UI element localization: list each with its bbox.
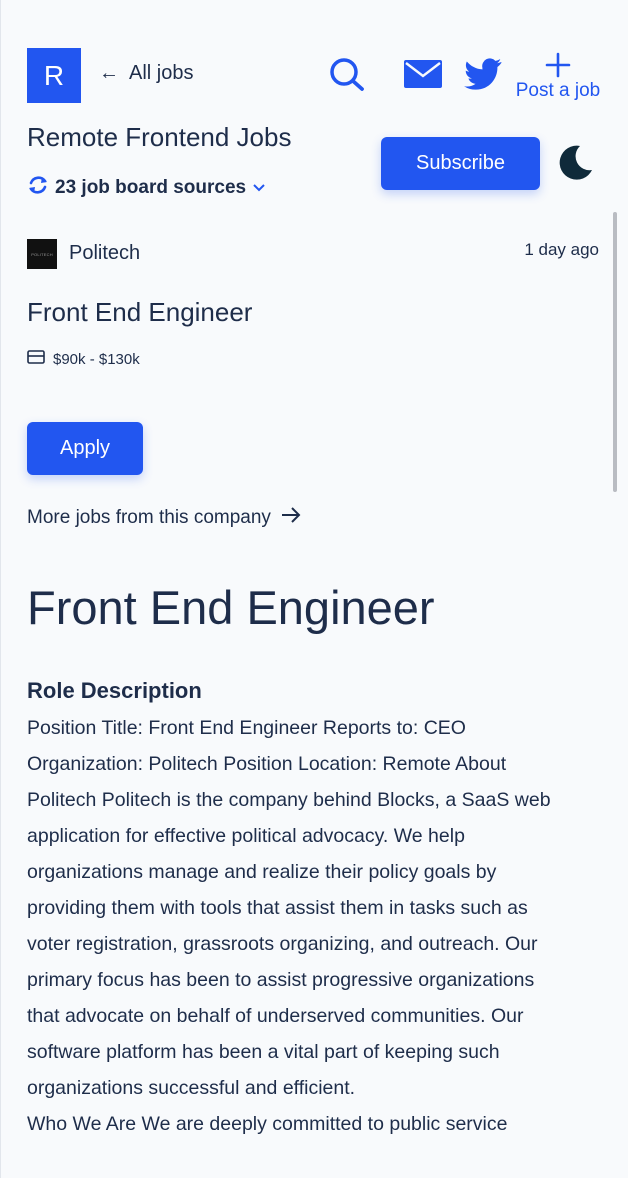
moon-icon[interactable] — [556, 144, 594, 182]
description-heading: Front End Engineer — [27, 581, 435, 634]
company-name[interactable]: Politech — [69, 242, 140, 265]
description-paragraph: Position Title: Front End Engineer Repor… — [27, 717, 551, 1099]
company-logo: POLITECH — [27, 239, 57, 269]
post-job-label: Post a job — [515, 80, 601, 101]
role-description-title: Role Description — [27, 678, 202, 703]
chevron-down-icon — [252, 177, 266, 199]
description-paragraph: Who We Are We are deeply committed to pu… — [27, 1113, 508, 1135]
site-logo-letter: R — [43, 59, 65, 91]
salary: $90k - $130k — [27, 350, 140, 368]
page: R ← All jobs Post a job Remote Frontend — [0, 0, 628, 1178]
plus-icon — [513, 52, 603, 78]
twitter-icon[interactable] — [464, 58, 502, 90]
all-jobs-link[interactable]: ← All jobs — [99, 62, 193, 85]
search-icon[interactable] — [328, 56, 366, 92]
job-sources-dropdown[interactable]: 23 job board sources — [27, 174, 266, 202]
arrow-right-icon — [281, 507, 301, 529]
arrow-left-icon: ← — [99, 62, 119, 84]
money-icon — [27, 350, 45, 368]
job-sources-label: 23 job board sources — [55, 177, 247, 198]
more-jobs-link[interactable]: More jobs from this company — [27, 507, 301, 529]
job-title: Front End Engineer — [27, 297, 253, 327]
refresh-icon — [27, 174, 49, 202]
all-jobs-label: All jobs — [129, 62, 194, 84]
apply-button[interactable]: Apply — [27, 422, 143, 475]
job-description: Position Title: Front End Engineer Repor… — [27, 710, 567, 1142]
subscribe-button[interactable]: Subscribe — [381, 137, 540, 190]
company-logo-text: POLITECH — [31, 251, 53, 257]
mail-icon[interactable] — [404, 60, 442, 88]
site-logo[interactable]: R — [27, 48, 81, 103]
scrollbar[interactable] — [613, 212, 617, 492]
salary-range: $90k - $130k — [53, 350, 140, 368]
posted-time: 1 day ago — [524, 240, 599, 259]
post-job-button[interactable]: Post a job — [513, 52, 603, 102]
page-title: Remote Frontend Jobs — [27, 122, 292, 152]
more-jobs-label: More jobs from this company — [27, 507, 271, 528]
